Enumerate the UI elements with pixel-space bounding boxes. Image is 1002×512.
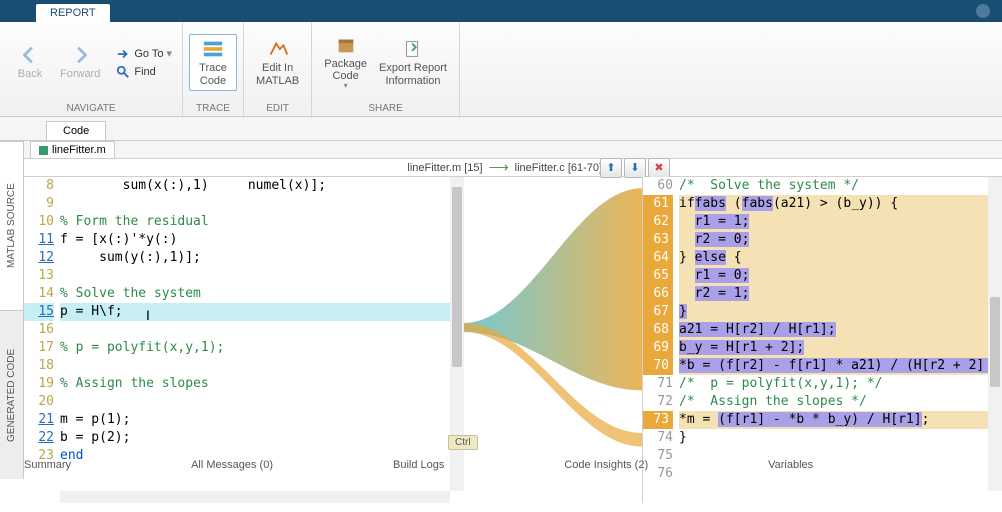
back-button[interactable]: Back xyxy=(6,40,54,84)
ribbon: Back Forward Go To ▾ Find NAVIGATE xyxy=(0,22,1002,117)
help-icon[interactable] xyxy=(976,4,990,18)
trace-code-button[interactable]: Trace Code xyxy=(189,34,237,90)
tab-code-insights[interactable]: Code Insights (2) xyxy=(564,459,648,471)
text-cursor-icon: I xyxy=(146,307,150,323)
find-button[interactable]: Find xyxy=(112,63,176,81)
scrollbar-vertical[interactable] xyxy=(988,177,1002,491)
file-status-icon xyxy=(39,146,48,155)
back-arrow-icon xyxy=(19,44,41,66)
goto-icon xyxy=(116,47,130,61)
title-bar: REPORT xyxy=(0,0,1002,22)
tab-variables[interactable]: Variables xyxy=(768,459,813,471)
export-report-button[interactable]: Export Report Information xyxy=(373,34,453,90)
goto-button[interactable]: Go To ▾ xyxy=(112,45,176,63)
report-tab[interactable]: REPORT xyxy=(36,4,110,22)
matlab-icon xyxy=(267,38,289,60)
trace-flow xyxy=(464,177,642,503)
tab-messages[interactable]: All Messages (0) xyxy=(191,459,273,471)
bottom-tabs: Summary All Messages (0) Build Logs Code… xyxy=(24,459,994,504)
forward-button[interactable]: Forward xyxy=(54,40,106,84)
ctrl-hint: Ctrl xyxy=(448,435,478,450)
share-label: SHARE xyxy=(318,101,453,116)
matlab-source-pane[interactable]: 891011121314151617181920212223 sum(x(:),… xyxy=(24,177,464,503)
code-tab[interactable]: Code xyxy=(46,121,106,140)
side-tabs: MATLAB SOURCE GENERATED CODE xyxy=(0,141,24,479)
tab-summary[interactable]: Summary xyxy=(24,459,71,471)
find-icon xyxy=(116,65,130,79)
forward-arrow-icon xyxy=(69,44,91,66)
trace-down-button[interactable]: ⬇ xyxy=(624,158,646,178)
navigate-label: NAVIGATE xyxy=(6,101,176,116)
generated-code-tab[interactable]: GENERATED CODE xyxy=(0,310,23,479)
edit-matlab-button[interactable]: Edit In MATLAB xyxy=(250,34,305,90)
trace-arrow-icon: ⟶ xyxy=(489,159,509,176)
package-icon xyxy=(335,34,357,56)
package-code-button[interactable]: Package Code▾ xyxy=(318,30,373,95)
trace-close-button[interactable]: ✖ xyxy=(648,158,670,178)
tab-build-logs[interactable]: Build Logs xyxy=(393,459,444,471)
trace-breadcrumb: lineFitter.m [15] ⟶ lineFitter.c [61-70]… xyxy=(407,159,618,176)
edit-label: EDIT xyxy=(250,101,305,116)
trace-label: TRACE xyxy=(189,101,237,116)
nav-tabs: Code xyxy=(0,117,1002,141)
matlab-source-tab[interactable]: MATLAB SOURCE xyxy=(0,141,23,310)
file-tab[interactable]: lineFitter.m xyxy=(30,141,115,158)
trace-icon xyxy=(202,38,224,60)
export-icon xyxy=(402,38,424,60)
generated-code-pane[interactable]: 6061626364656667686970717273747576 /* So… xyxy=(642,177,1002,503)
trace-up-button[interactable]: ⬆ xyxy=(600,158,622,178)
